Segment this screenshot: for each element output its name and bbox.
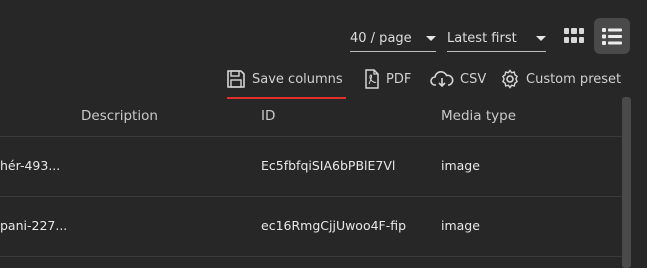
csv-button[interactable]: CSV: [430, 68, 486, 90]
row-1-id: Ec5fbfqiSIA6bPBlE7Vl: [261, 158, 396, 173]
row-divider: [0, 256, 622, 257]
save-columns-button[interactable]: Save columns: [226, 68, 343, 90]
save-icon: [227, 70, 245, 88]
row-divider: [0, 196, 622, 197]
column-header-media-type[interactable]: Media type: [441, 108, 516, 124]
row-1-media-type: image: [441, 158, 480, 173]
pdf-file-icon: [365, 69, 379, 89]
sort-value: Latest first: [447, 30, 517, 46]
vertical-scrollbar[interactable]: [622, 97, 631, 268]
chevron-down-icon: [426, 35, 436, 41]
header-divider: [0, 136, 622, 137]
column-header-id[interactable]: ID: [261, 108, 275, 124]
chevron-down-icon: [536, 35, 546, 41]
page-size-select[interactable]: 40 / page: [350, 25, 436, 52]
active-tool-underline: [227, 97, 346, 99]
custom-preset-label: Custom preset: [526, 71, 622, 87]
custom-preset-button[interactable]: Custom preset: [500, 68, 621, 90]
sort-select[interactable]: Latest first: [447, 25, 546, 52]
pdf-button[interactable]: PDF: [364, 68, 411, 90]
grid-icon: [564, 28, 584, 43]
row-1-name[interactable]: hér-493...: [0, 158, 60, 173]
pdf-label: PDF: [386, 71, 412, 87]
gear-icon: [502, 69, 518, 89]
csv-label: CSV: [460, 71, 487, 87]
row-2-name[interactable]: pani-227...: [0, 218, 67, 233]
row-2-media-type: image: [441, 218, 480, 233]
list-icon: [602, 27, 622, 45]
cloud-download-icon: [430, 71, 454, 88]
page-size-value: 40 / page: [350, 30, 412, 46]
row-2-id: ec16RmgCjjUwoo4F-fip: [261, 218, 407, 233]
save-columns-label: Save columns: [252, 71, 343, 87]
list-view-button[interactable]: [594, 18, 630, 54]
grid-view-button[interactable]: [556, 18, 592, 54]
column-header-description[interactable]: Description: [81, 108, 158, 124]
